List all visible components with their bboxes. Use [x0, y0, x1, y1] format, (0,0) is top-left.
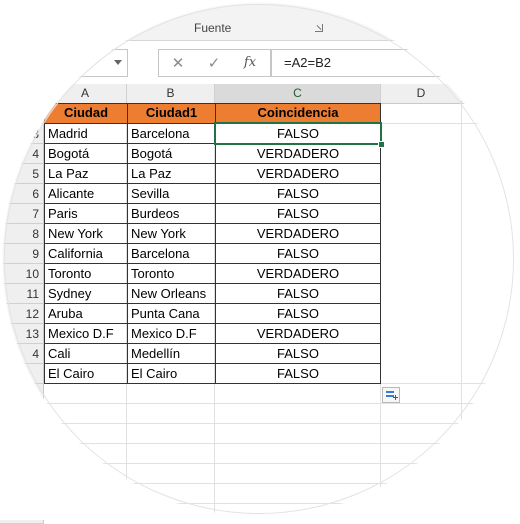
row-header[interactable]: 3 — [0, 124, 44, 144]
cell-match[interactable]: VERDADERO — [216, 224, 380, 243]
cell-city[interactable]: Madrid — [45, 124, 128, 143]
cell-match[interactable]: FALSO — [216, 364, 380, 383]
gridline — [44, 483, 520, 484]
chevron-down-icon[interactable] — [114, 60, 122, 65]
cell-match[interactable]: FALSO — [216, 304, 380, 323]
cell-city1[interactable]: Sevilla — [128, 184, 215, 203]
gridline — [44, 463, 520, 464]
cell-city[interactable]: El Cairo — [45, 364, 128, 383]
row-header[interactable] — [0, 404, 44, 424]
cell-match[interactable]: VERDADERO — [216, 144, 380, 163]
column-header-a[interactable]: A — [44, 84, 127, 104]
font-group-label: Fuente — [194, 21, 232, 35]
cell-city1[interactable]: Barcelona — [128, 244, 215, 263]
fill-handle[interactable] — [378, 141, 385, 148]
cell-city1[interactable]: Punta Cana — [128, 304, 215, 323]
row-header[interactable]: 7 — [0, 204, 44, 224]
row-header[interactable]: 4 — [0, 144, 44, 164]
gridline — [44, 403, 520, 404]
cell-city[interactable]: Sydney — [45, 284, 128, 303]
row-header[interactable] — [0, 384, 44, 404]
row-header[interactable]: 8 — [0, 224, 44, 244]
column-header-c[interactable]: C — [215, 84, 381, 105]
row-header[interactable]: 5 — [0, 164, 44, 184]
row-header[interactable] — [0, 424, 44, 444]
cell-city1[interactable]: Mexico D.F — [128, 324, 215, 343]
select-all-corner[interactable] — [0, 84, 44, 104]
table-header-cell[interactable]: Ciudad — [44, 103, 128, 124]
gridline — [44, 443, 520, 444]
cell-city[interactable]: Bogotá — [45, 144, 128, 163]
cell-city[interactable]: Toronto — [45, 264, 128, 283]
row-header[interactable] — [0, 484, 44, 504]
gridline — [461, 103, 462, 520]
cell-city1[interactable]: New York — [128, 224, 215, 243]
formula-bar: ✕ ✓ fx =A2=B2 — [0, 41, 520, 85]
row-header[interactable] — [0, 504, 44, 524]
row-header[interactable]: 10 — [0, 264, 44, 284]
gridline — [44, 423, 520, 424]
cell-city1[interactable]: Medellín — [128, 344, 215, 363]
name-box[interactable] — [30, 49, 128, 77]
row-header[interactable]: 4 — [0, 344, 44, 364]
cell-city[interactable]: Paris — [45, 204, 128, 223]
column-header-b[interactable]: B — [127, 84, 215, 104]
active-cell-selection — [214, 122, 382, 145]
cell-city1[interactable]: Toronto — [128, 264, 215, 283]
cell-city[interactable]: Mexico D.F — [45, 324, 128, 343]
table-header-cell[interactable]: Coincidencia — [215, 103, 381, 124]
enter-icon[interactable]: ✓ — [201, 53, 227, 73]
excel-window: Fuente ✕ ✓ fx =A2=B2 A B C D 3 4 5 6 7 8… — [0, 0, 520, 524]
row-header[interactable]: 6 — [0, 184, 44, 204]
gridline — [44, 503, 520, 504]
column-header-e[interactable] — [462, 84, 520, 104]
cell-city[interactable]: Alicante — [45, 184, 128, 203]
cell-match[interactable]: FALSO — [216, 244, 380, 263]
cell-match[interactable]: FALSO — [216, 204, 380, 223]
row-header[interactable] — [0, 364, 44, 384]
cell-city[interactable]: Cali — [45, 344, 128, 363]
row-header[interactable]: 9 — [0, 244, 44, 264]
row-header[interactable]: 11 — [0, 284, 44, 304]
cell-city[interactable]: La Paz — [45, 164, 128, 183]
formula-input[interactable]: =A2=B2 — [271, 49, 520, 77]
cell-match[interactable]: FALSO — [216, 284, 380, 303]
row-header[interactable] — [0, 464, 44, 484]
cancel-icon[interactable]: ✕ — [165, 53, 191, 73]
formula-text: =A2=B2 — [284, 55, 331, 70]
worksheet-grid[interactable]: A B C D 3 4 5 6 7 8 9 10 11 12 13 4 Ciud… — [0, 84, 520, 524]
cell-city1[interactable]: Barcelona — [128, 124, 215, 143]
cell-city1[interactable]: El Cairo — [128, 364, 215, 383]
cell-city[interactable]: New York — [45, 224, 128, 243]
table-header-cell[interactable]: Ciudad1 — [127, 103, 216, 124]
column-header-d[interactable]: D — [381, 84, 462, 104]
cell-match[interactable]: VERDADERO — [216, 164, 380, 183]
formula-buttons: ✕ ✓ fx — [158, 49, 271, 77]
cell-match[interactable]: VERDADERO — [216, 264, 380, 283]
insert-function-icon[interactable]: fx — [237, 53, 263, 73]
cell-city1[interactable]: La Paz — [128, 164, 215, 183]
cell-city1[interactable]: Burdeos — [128, 204, 215, 223]
dialog-launcher-icon[interactable] — [315, 24, 323, 32]
cell-city[interactable]: Aruba — [45, 304, 128, 323]
row-header[interactable] — [0, 104, 44, 124]
row-header[interactable]: 12 — [0, 304, 44, 324]
row-header[interactable]: 13 — [0, 324, 44, 344]
cell-match[interactable]: FALSO — [216, 344, 380, 363]
quick-analysis-icon[interactable] — [382, 387, 400, 403]
cell-city1[interactable]: New Orleans — [128, 284, 215, 303]
cell-city1[interactable]: Bogotá — [128, 144, 215, 163]
cell-match[interactable]: FALSO — [216, 184, 380, 203]
cell-city[interactable]: California — [45, 244, 128, 263]
row-header[interactable] — [0, 444, 44, 464]
ribbon: Fuente — [0, 0, 520, 41]
cell-match[interactable]: VERDADERO — [216, 324, 380, 343]
